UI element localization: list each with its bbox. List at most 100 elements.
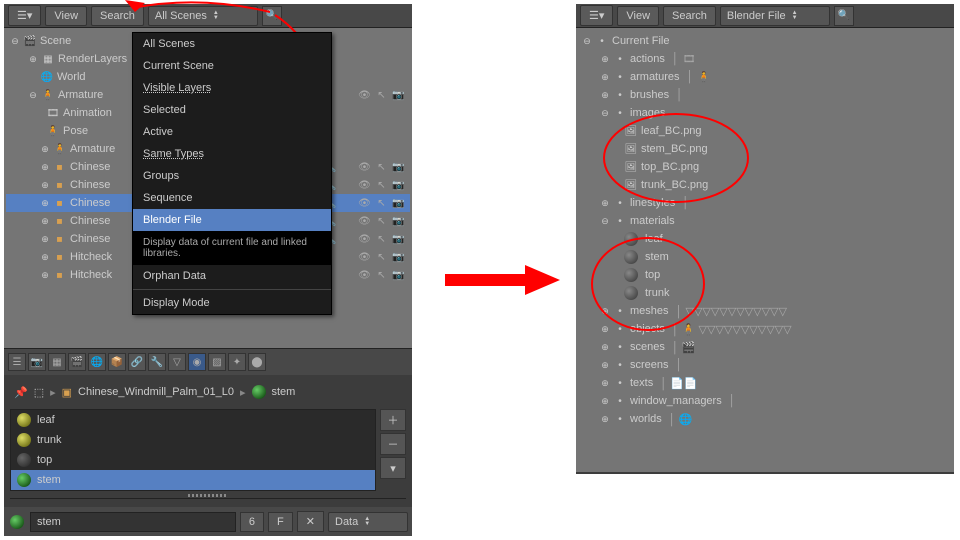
tree-item[interactable]: top: [645, 269, 660, 281]
tree-category[interactable]: texts: [630, 377, 653, 389]
cursor-icon[interactable]: ↖: [374, 196, 389, 211]
collapse-icon[interactable]: ⊖: [28, 90, 38, 101]
menu-item-active[interactable]: Active: [133, 121, 331, 143]
tree-item[interactable]: stem_BC.png: [641, 143, 708, 155]
expand-icon[interactable]: ⊕: [600, 54, 610, 65]
menu-item-orphan-data[interactable]: Orphan Data: [133, 265, 331, 287]
cursor-icon[interactable]: ↖: [374, 232, 389, 247]
prop-tab-render[interactable]: 📷: [28, 353, 46, 371]
outliner-item[interactable]: Animation: [63, 107, 112, 119]
outliner-item[interactable]: Scene: [40, 35, 71, 47]
material-name-field[interactable]: stem: [30, 512, 236, 532]
outliner-item[interactable]: Armature: [58, 89, 103, 101]
outliner-item[interactable]: Armature: [70, 143, 115, 155]
camera-icon[interactable]: 📷: [391, 214, 406, 229]
camera-icon[interactable]: 📷: [391, 268, 406, 283]
outliner-item[interactable]: Hitcheck: [70, 269, 112, 281]
camera-icon[interactable]: 📷: [391, 196, 406, 211]
tree-category[interactable]: brushes: [630, 89, 669, 101]
collapse-icon[interactable]: ⊖: [582, 36, 592, 47]
expand-icon[interactable]: ⊕: [40, 252, 50, 263]
material-slot-selected[interactable]: stem: [11, 470, 375, 490]
tree-item[interactable]: leaf_BC.png: [641, 125, 702, 137]
editor-type-button[interactable]: ☰▾: [580, 5, 613, 26]
tree-category[interactable]: actions: [630, 53, 665, 65]
collapse-icon[interactable]: ⊖: [600, 108, 610, 119]
menu-item-visible-layers[interactable]: Visible Layers: [133, 77, 331, 99]
search-menu[interactable]: Search: [663, 6, 716, 26]
eye-icon[interactable]: 👁: [357, 160, 372, 175]
expand-icon[interactable]: ⊕: [600, 396, 610, 407]
menu-item-blender-file[interactable]: Blender File: [133, 209, 331, 231]
expand-icon[interactable]: ⊕: [600, 90, 610, 101]
editor-type-icon[interactable]: ☰: [8, 353, 26, 371]
expand-icon[interactable]: ⊕: [40, 198, 50, 209]
prop-tab-data[interactable]: ▽: [168, 353, 186, 371]
material-browse-icon[interactable]: [10, 515, 24, 529]
menu-item-groups[interactable]: Groups: [133, 165, 331, 187]
outliner-item[interactable]: Chinese: [70, 161, 110, 173]
material-specials-button[interactable]: ▾: [380, 457, 406, 479]
menu-item-same-types[interactable]: Same Types: [133, 143, 331, 165]
eye-icon[interactable]: 👁: [357, 178, 372, 193]
cursor-icon[interactable]: ↖: [374, 160, 389, 175]
expand-icon[interactable]: ⊕: [600, 414, 610, 425]
expand-icon[interactable]: ⊕: [40, 216, 50, 227]
tree-item[interactable]: leaf: [645, 233, 663, 245]
cursor-icon[interactable]: ↖: [374, 178, 389, 193]
eye-icon[interactable]: 👁: [357, 250, 372, 265]
expand-icon[interactable]: ⊕: [600, 378, 610, 389]
prop-tab-scene[interactable]: 🎬: [68, 353, 86, 371]
camera-icon[interactable]: 📷: [391, 232, 406, 247]
view-menu[interactable]: View: [45, 6, 87, 26]
tree-category[interactable]: meshes: [630, 305, 669, 317]
pin-icon[interactable]: 📌: [14, 386, 28, 399]
eye-icon[interactable]: 👁: [357, 214, 372, 229]
prop-tab-texture[interactable]: ▨: [208, 353, 226, 371]
collapse-icon[interactable]: ⊖: [10, 36, 20, 47]
expand-icon[interactable]: ⊕: [600, 360, 610, 371]
expand-icon[interactable]: ⊕: [40, 270, 50, 281]
add-material-button[interactable]: ＋: [380, 409, 406, 431]
cursor-icon[interactable]: ↖: [374, 268, 389, 283]
tree-category[interactable]: scenes: [630, 341, 665, 353]
cursor-icon[interactable]: ↖: [374, 250, 389, 265]
material-slot[interactable]: trunk: [11, 430, 375, 450]
unlink-button[interactable]: ✕: [297, 511, 324, 532]
breadcrumb-object[interactable]: Chinese_Windmill_Palm_01_L0: [78, 386, 234, 398]
expand-icon[interactable]: ⊕: [40, 144, 50, 155]
expand-icon[interactable]: ⊕: [28, 54, 38, 65]
tree-category-images[interactable]: images: [630, 107, 665, 119]
tree-category[interactable]: worlds: [630, 413, 662, 425]
link-dropdown[interactable]: Data▲▼: [328, 512, 408, 532]
outliner-item[interactable]: Chinese: [70, 215, 110, 227]
search-icon[interactable]: 🔍: [834, 6, 854, 26]
menu-item-current-scene[interactable]: Current Scene: [133, 55, 331, 77]
display-mode-dropdown[interactable]: Blender File▲▼: [720, 6, 830, 26]
eye-icon[interactable]: 👁: [357, 196, 372, 211]
cursor-icon[interactable]: ↖: [374, 214, 389, 229]
camera-icon[interactable]: 📷: [391, 160, 406, 175]
remove-material-button[interactable]: －: [380, 433, 406, 455]
expand-icon[interactable]: ⊕: [600, 72, 610, 83]
prop-tab-physics[interactable]: ⬤: [248, 353, 266, 371]
expand-icon[interactable]: ⊕: [600, 198, 610, 209]
prop-tab-material[interactable]: ◉: [188, 353, 206, 371]
tree-category-materials[interactable]: materials: [630, 215, 675, 227]
material-slot[interactable]: top: [11, 450, 375, 470]
outliner-item[interactable]: Chinese: [70, 179, 110, 191]
camera-icon[interactable]: 📷: [391, 88, 406, 103]
tree-item[interactable]: trunk_BC.png: [641, 179, 708, 191]
eye-icon[interactable]: 👁: [357, 268, 372, 283]
outliner-item[interactable]: Pose: [63, 125, 88, 137]
tree-category[interactable]: screens: [630, 359, 669, 371]
collapse-icon[interactable]: ⊖: [600, 216, 610, 227]
user-count[interactable]: 6: [240, 512, 264, 532]
outliner-item-selected[interactable]: Chinese: [70, 197, 110, 209]
tree-item[interactable]: top_BC.png: [641, 161, 699, 173]
prop-tab-world[interactable]: 🌐: [88, 353, 106, 371]
editor-type-button[interactable]: ☰▾: [8, 5, 41, 26]
menu-item-all-scenes[interactable]: All Scenes: [133, 33, 331, 55]
tree-item[interactable]: trunk: [645, 287, 669, 299]
prop-tab-layers[interactable]: ▦: [48, 353, 66, 371]
